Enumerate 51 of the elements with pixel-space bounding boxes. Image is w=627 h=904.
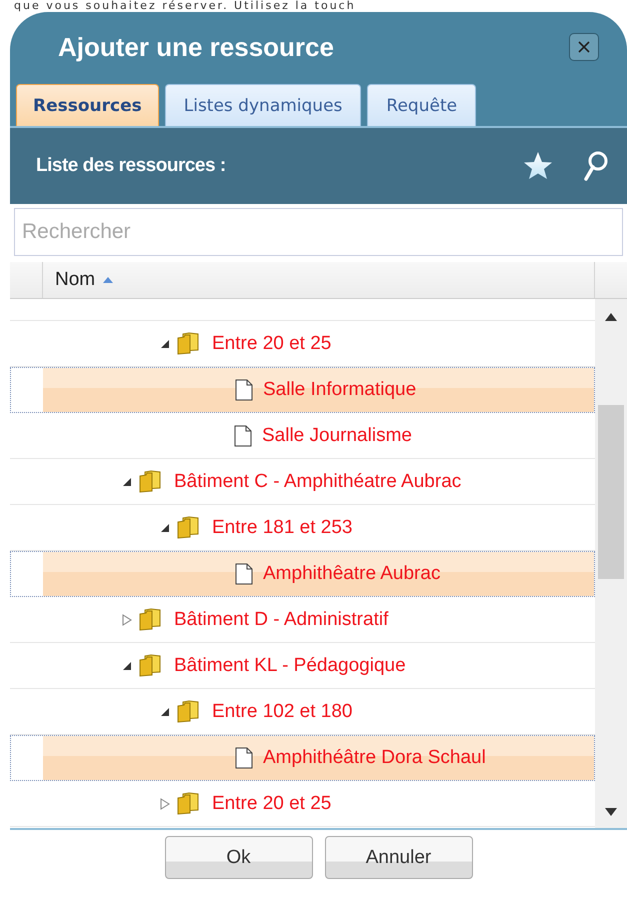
item-label: Entre 181 et 253 [212, 516, 352, 538]
expanded-caret-icon[interactable] [160, 706, 170, 716]
document-icon [235, 747, 253, 769]
tree-row[interactable]: Bâtiment KL - Pédagogique [42, 643, 595, 688]
tab[interactable]: Requête [367, 84, 476, 126]
item-label: Salle Informatique [263, 379, 416, 401]
item-label: Amphithêatre Aubrac [263, 563, 440, 585]
tree-row[interactable]: Amphithêatre Aubrac [43, 552, 594, 596]
dialog-title: Ajouter une ressource [58, 32, 334, 62]
tree-row[interactable]: Bâtiment C - Amphithéatre Aubrac [42, 459, 595, 504]
item-label: Bâtiment C - Amphithéatre Aubrac [174, 470, 462, 492]
item-label: Entre 20 et 25 [212, 792, 332, 814]
document-icon [235, 563, 253, 585]
tree-row[interactable]: Entre 181 et 253 [42, 505, 595, 550]
search-field[interactable]: Rechercher [14, 208, 623, 256]
document-icon [235, 379, 253, 401]
list-title: Liste des ressources : [36, 155, 227, 177]
background-text: que vous souhaitez réserver. Utilisez la touch [13, 0, 357, 12]
item-label: Bâtiment KL - Pédagogique [174, 654, 406, 676]
tree-row[interactable]: Bâtiment D - Administratif [42, 597, 595, 642]
document-icon [234, 424, 252, 446]
collapsed-caret-icon[interactable] [160, 798, 170, 810]
item-label: Amphithéâtre Dora Schaul [263, 747, 486, 769]
sort-ascending-icon[interactable] [103, 277, 114, 283]
close-icon [577, 40, 591, 54]
scroll-down-icon[interactable] [605, 808, 617, 816]
tree-row[interactable]: Salle Informatique [43, 368, 594, 412]
expanded-caret-icon[interactable] [122, 660, 132, 670]
collapsed-caret-icon[interactable] [122, 614, 132, 626]
tab[interactable]: Ressources [16, 84, 159, 126]
close-button[interactable] [569, 33, 599, 61]
tree-row[interactable]: Amphithéâtre Dora Schaul [43, 736, 594, 780]
scrollbar[interactable] [595, 299, 627, 828]
dialog-button[interactable]: Annuler [324, 836, 472, 879]
tree-row[interactable]: Salle Journalisme [42, 413, 595, 458]
item-label: Entre 20 et 25 [212, 332, 332, 354]
tree-row[interactable]: Entre 102 et 180 [42, 689, 595, 734]
search-icon[interactable] [583, 150, 609, 182]
dialog-button[interactable]: Ok [164, 836, 312, 879]
star-icon[interactable] [523, 151, 553, 181]
tree-row[interactable]: Entre 20 et 25 [42, 321, 595, 366]
item-label: Bâtiment D - Administratif [174, 608, 388, 630]
scroll-up-icon[interactable] [605, 313, 617, 321]
expanded-caret-icon[interactable] [160, 522, 170, 532]
item-label: Entre 102 et 180 [212, 700, 352, 722]
tab[interactable]: Listes dynamiques [164, 84, 362, 126]
expanded-caret-icon[interactable] [160, 338, 170, 348]
expanded-caret-icon[interactable] [122, 476, 132, 486]
item-label: Salle Journalisme [262, 424, 412, 446]
tree-row[interactable]: Entre 20 et 25 [42, 781, 595, 826]
scroll-thumb[interactable] [598, 405, 624, 579]
